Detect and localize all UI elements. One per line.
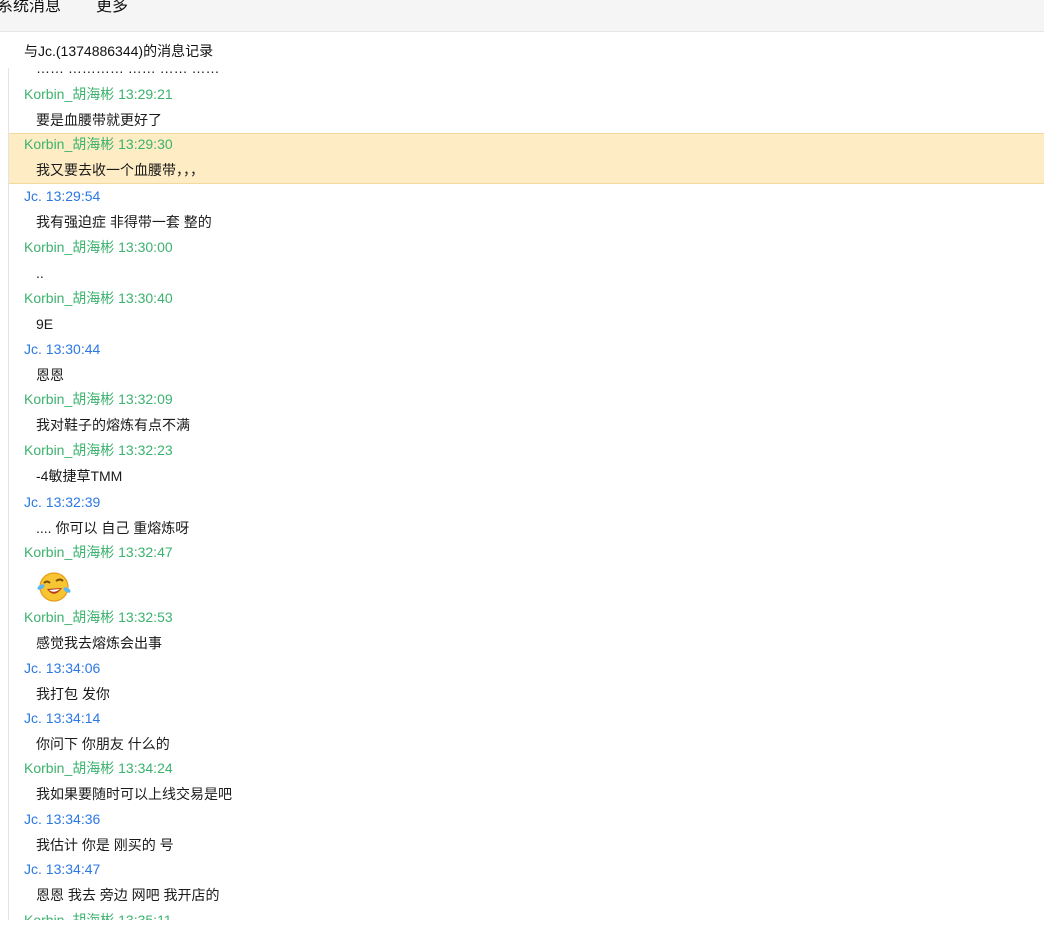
message-item[interactable]: Korbin_胡海彬 13:34:24 我如果要随时可以上线交易是吧 (9, 759, 1044, 810)
message-sender-time: Korbin_胡海彬 13:30:40 (24, 290, 173, 306)
message-sender-time: Korbin_胡海彬 13:32:23 (24, 442, 173, 458)
laughing-crying-emoji-icon (36, 568, 72, 604)
top-menu-bar: 系统消息 更多 (0, 0, 1044, 32)
message-sender-time: Jc. 13:30:44 (24, 341, 101, 357)
message-text: 我如果要随时可以上线交易是吧 (36, 786, 232, 802)
page-title: 与Jc.(1374886344)的消息记录 (24, 43, 214, 59)
message-item[interactable]: Korbin_胡海彬 13:32:09 我对鞋子的熔炼有点不满 (9, 390, 1044, 441)
message-sender-time: Jc. 13:34:06 (24, 660, 101, 676)
message-sender-time: Korbin_胡海彬 13:32:53 (24, 609, 173, 625)
message-text: -4敏捷草TMM (36, 468, 123, 484)
message-item[interactable]: Korbin_胡海彬 13:32:53 感觉我去熔炼会出事 (9, 608, 1044, 659)
message-log[interactable]: …… ………… …… …… …… Korbin_胡海彬 13:29:21 要是血腰… (0, 68, 1044, 920)
message-sender-time: Korbin_胡海彬 13:32:47 (24, 544, 173, 560)
message-sender-time: Jc. 13:34:36 (24, 811, 101, 827)
message-text: 恩恩 我去 旁边 网吧 我开店的 (36, 887, 220, 903)
tab-more[interactable]: 更多 (96, 0, 128, 18)
message-item[interactable]: Jc. 13:34:36 我估计 你是 刚买的 号 (9, 810, 1044, 860)
message-text: 我打包 发你 (36, 686, 110, 702)
message-sender-time: Korbin_胡海彬 13:30:00 (24, 239, 173, 255)
message-text: .... 你可以 自己 重熔炼呀 (36, 520, 190, 536)
message-item[interactable]: Jc. 13:29:54 我有强迫症 非得带一套 整的 (9, 187, 1044, 238)
message-sender-time: Korbin_胡海彬 13:29:21 (24, 86, 173, 102)
chat-history-header: 与Jc.(1374886344)的消息记录 (0, 32, 1044, 68)
message-text: 要是血腰带就更好了 (36, 112, 162, 128)
message-item[interactable]: Jc. 13:32:39 .... 你可以 自己 重熔炼呀 (9, 493, 1044, 543)
message-text: 我有强迫症 非得带一套 整的 (36, 214, 212, 230)
message-item[interactable]: Korbin_胡海彬 13:32:23 -4敏捷草TMM (9, 441, 1044, 493)
message-sender-time: Jc. 13:32:39 (24, 494, 101, 510)
message-sender-time: Jc. 13:34:47 (24, 861, 101, 877)
message-item[interactable]: Jc. 13:34:06 我打包 发你 (9, 659, 1044, 709)
message-item[interactable]: Korbin_胡海彬 13:29:21 要是血腰带就更好了 (9, 85, 1044, 136)
message-item[interactable]: Korbin_胡海彬 13:35:11 (9, 911, 1044, 920)
clipped-message-text: …… ………… …… …… …… (36, 68, 220, 76)
message-item[interactable]: Jc. 13:30:44 恩恩 (9, 340, 1044, 390)
tab-system-messages[interactable]: 系统消息 (0, 0, 61, 18)
message-item[interactable]: Jc. 13:34:14 你问下 你朋友 什么的 (9, 709, 1044, 759)
message-text: 感觉我去熔炼会出事 (36, 635, 162, 651)
message-sender-time: Jc. 13:34:14 (24, 710, 101, 726)
message-text: 恩恩 (36, 367, 64, 383)
message-text: 9E (36, 316, 54, 332)
message-text: .. (36, 265, 44, 281)
message-text: 我对鞋子的熔炼有点不满 (36, 417, 190, 433)
selected-message[interactable]: Korbin_胡海彬 13:29:30 我又要去收一个血腰带，，， (9, 133, 1044, 184)
message-sender-time: Korbin_胡海彬 13:29:30 (24, 136, 173, 152)
message-item[interactable]: Korbin_胡海彬 13:30:00.. (9, 238, 1044, 289)
message-sender-time: Korbin_胡海彬 13:34:24 (24, 760, 173, 776)
message-text: 你问下 你朋友 什么的 (36, 736, 170, 752)
message-item[interactable]: Korbin_胡海彬 13:32:47 (9, 543, 1044, 608)
message-sender-time: Korbin_胡海彬 13:32:09 (24, 391, 173, 407)
message-sender-time: Jc. 13:29:54 (24, 188, 101, 204)
message-text: 我又要去收一个血腰带，，， (36, 162, 204, 178)
message-item[interactable]: Jc. 13:34:47 恩恩 我去 旁边 网吧 我开店的 (9, 860, 1044, 911)
message-item[interactable]: Korbin_胡海彬 13:30:40 9E (9, 289, 1044, 340)
message-text: 我估计 你是 刚买的 号 (36, 837, 174, 853)
message-sender-time: Korbin_胡海彬 13:35:11 (24, 912, 172, 920)
